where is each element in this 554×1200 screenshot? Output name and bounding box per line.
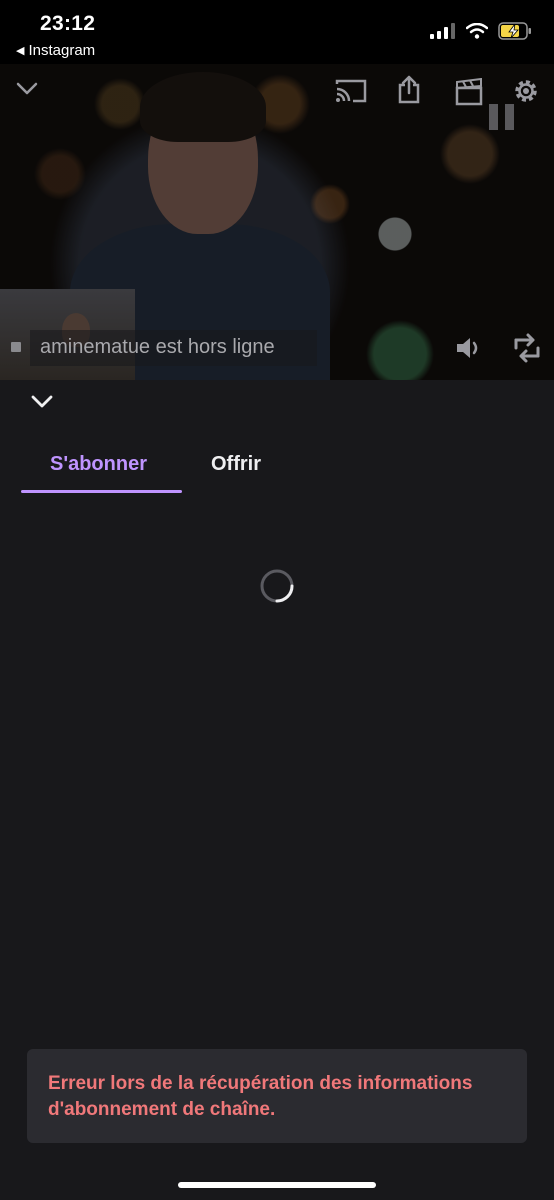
clip-icon[interactable]: [455, 78, 483, 106]
gear-icon[interactable]: [511, 76, 541, 106]
status-time: 23:12: [40, 12, 96, 35]
back-to-app-link[interactable]: ◀ Instagram: [16, 42, 95, 59]
volume-icon[interactable]: [455, 336, 483, 360]
back-app-label: Instagram: [28, 42, 96, 59]
pause-icon[interactable]: [487, 104, 517, 130]
chevron-down-icon[interactable]: [16, 82, 38, 96]
video-player[interactable]: aminematue est hors ligne: [0, 64, 554, 380]
home-indicator[interactable]: [178, 1182, 376, 1188]
stream-status-indicator: [11, 342, 21, 352]
offline-message: aminematue est hors ligne: [40, 336, 275, 358]
error-toast: Erreur lors de la récupération des infor…: [27, 1049, 527, 1143]
cast-icon[interactable]: [335, 78, 367, 104]
signal-icon: [430, 23, 455, 39]
back-arrow-icon: ◀: [16, 45, 25, 57]
wifi-icon: [466, 23, 488, 39]
tab-gift[interactable]: Offrir: [211, 453, 261, 476]
error-message: Erreur lors de la récupération des infor…: [48, 1073, 473, 1120]
active-tab-indicator: [21, 490, 182, 493]
tab-subscribe[interactable]: S'abonner: [50, 453, 147, 476]
status-icons: [430, 22, 532, 40]
battery-icon: [498, 22, 531, 40]
rotate-icon[interactable]: [513, 332, 541, 364]
loading-spinner-icon: [260, 569, 294, 603]
status-bar: 23:12 ◀ Instagram: [0, 0, 554, 64]
share-icon[interactable]: [397, 74, 421, 104]
collapse-panel-button[interactable]: [30, 394, 54, 410]
